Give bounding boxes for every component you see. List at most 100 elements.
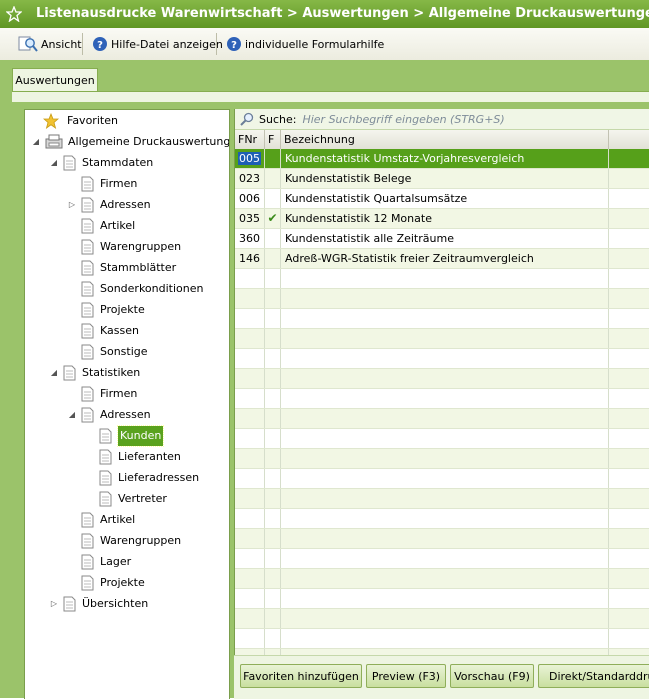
expanded-arrow-icon[interactable]: ◢	[67, 405, 77, 425]
document-icon	[81, 386, 94, 402]
tab-auswertungen[interactable]: Auswertungen	[12, 68, 98, 92]
magnifier-page-icon	[18, 36, 38, 52]
document-icon	[81, 302, 94, 318]
window-title-bar: Listenausdrucke Warenwirtschaft > Auswer…	[0, 0, 649, 28]
document-icon	[81, 239, 94, 255]
column-header-f[interactable]: F	[265, 130, 281, 149]
column-header-fnr[interactable]: FNr	[235, 130, 265, 149]
document-icon	[99, 470, 112, 486]
tree-item-stamm-warengruppen[interactable]: Warengruppen	[81, 237, 181, 257]
favorite-flag-cell	[265, 149, 281, 168]
ansicht-button[interactable]: Ansicht	[18, 34, 82, 54]
empty-row	[235, 469, 649, 489]
tree-item-stammdaten[interactable]: ◢ Stammdaten	[49, 153, 153, 173]
tree-item-stat-lager[interactable]: Lager	[81, 552, 131, 572]
document-icon	[81, 554, 94, 570]
tree-item-kunden[interactable]: Kunden	[99, 425, 165, 447]
empty-row	[235, 329, 649, 349]
expanded-arrow-icon[interactable]: ◢	[31, 132, 41, 152]
tree-item-stamm-firmen[interactable]: Firmen	[81, 174, 137, 194]
tree-item-allgemein[interactable]: ◢ Allgemeine Druckauswertungen	[31, 132, 229, 152]
tree-item-lieferadressen[interactable]: Lieferadressen	[99, 468, 199, 488]
toolbar-separator	[216, 33, 217, 55]
tree-item-stat-projekte[interactable]: Projekte	[81, 573, 145, 593]
grid-body: 005 Kundenstatistik Umstatz-Vorjahresver…	[235, 149, 649, 698]
document-icon	[99, 491, 112, 507]
collapsed-arrow-icon[interactable]: ▷	[49, 594, 59, 614]
empty-row	[235, 589, 649, 609]
document-icon	[63, 596, 76, 612]
table-row[interactable]: 360 Kundenstatistik alle Zeiträume	[235, 229, 649, 249]
collapsed-arrow-icon[interactable]: ▷	[67, 195, 77, 215]
tree-item-statistiken[interactable]: ◢ Statistiken	[49, 363, 140, 383]
tree-item-stat-artikel[interactable]: Artikel	[81, 510, 135, 530]
table-row[interactable]: 006 Kundenstatistik Quartalsumsätze	[235, 189, 649, 209]
fnr-cell: 146	[235, 249, 265, 268]
table-row[interactable]: 023 Kundenstatistik Belege	[235, 169, 649, 189]
empty-row	[235, 369, 649, 389]
tree-item-stamm-adressen[interactable]: ▷ Adressen	[67, 195, 151, 215]
tree-item-stat-adressen[interactable]: ◢ Adressen	[67, 405, 151, 425]
formularhilfe-button[interactable]: ? individuelle Formularhilfe	[226, 34, 384, 54]
table-row[interactable]: 005 Kundenstatistik Umstatz-Vorjahresver…	[235, 149, 649, 169]
favorite-flag-cell	[265, 249, 281, 268]
vorschau-button[interactable]: Vorschau (F9)	[450, 664, 534, 688]
document-icon	[81, 197, 94, 213]
toolbar-separator	[82, 33, 83, 55]
tree-item-favoriten[interactable]: Favoriten	[43, 111, 118, 131]
tree-item-lieferanten[interactable]: Lieferanten	[99, 447, 181, 467]
tree-root-icon	[45, 134, 63, 149]
tree-item-stamm-kassen[interactable]: Kassen	[81, 321, 139, 341]
empty-row	[235, 289, 649, 309]
help-icon: ?	[227, 37, 241, 51]
window-title: Listenausdrucke Warenwirtschaft > Auswer…	[36, 6, 649, 21]
favorite-flag-cell	[265, 229, 281, 248]
tree-item-stat-firmen[interactable]: Firmen	[81, 384, 137, 404]
tree-item-vertreter[interactable]: Vertreter	[99, 489, 167, 509]
bezeichnung-cell: Kundenstatistik alle Zeiträume	[281, 229, 609, 248]
tree-item-stamm-artikel[interactable]: Artikel	[81, 216, 135, 236]
empty-row	[235, 609, 649, 629]
document-icon	[81, 281, 94, 297]
hilfe-datei-button[interactable]: ? Hilfe-Datei anzeigen	[92, 34, 223, 54]
bezeichnung-cell: Kundenstatistik 12 Monate	[281, 209, 609, 228]
search-input[interactable]: Hier Suchbegriff eingeben (STRG+S)	[302, 113, 504, 126]
direkt-standarddruck-button[interactable]: Direkt/Standarddruc	[538, 664, 649, 688]
tree-item-stamm-projekte[interactable]: Projekte	[81, 300, 145, 320]
column-header-empty	[609, 130, 649, 149]
document-icon	[81, 533, 94, 549]
table-row[interactable]: 146 Adreß-WGR-Statistik freier Zeitraumv…	[235, 249, 649, 269]
svg-text:?: ?	[231, 40, 237, 51]
button-bar: Favoriten hinzufügen Preview (F3) Vorsch…	[234, 655, 649, 699]
tree-item-stamm-sonstige[interactable]: Sonstige	[81, 342, 148, 362]
svg-text:?: ?	[97, 40, 103, 51]
grid-header: FNr F Bezeichnung	[235, 130, 649, 150]
tree-item-uebersichten[interactable]: ▷ Übersichten	[49, 594, 148, 614]
expanded-arrow-icon[interactable]: ◢	[49, 363, 59, 383]
document-icon	[81, 407, 94, 423]
table-row[interactable]: 035 ✔ Kundenstatistik 12 Monate	[235, 209, 649, 229]
tree-item-stamm-stammblaetter[interactable]: Stammblätter	[81, 258, 176, 278]
expanded-arrow-icon[interactable]: ◢	[49, 153, 59, 173]
tree-item-stat-warengruppen[interactable]: Warengruppen	[81, 531, 181, 551]
column-header-bezeichnung[interactable]: Bezeichnung	[281, 130, 609, 149]
empty-row	[235, 409, 649, 429]
search-icon	[240, 112, 254, 126]
preview-button[interactable]: Preview (F3)	[366, 664, 446, 688]
favoriten-hinzufuegen-button[interactable]: Favoriten hinzufügen	[240, 664, 362, 688]
empty-row	[235, 489, 649, 509]
fnr-cell: 023	[235, 169, 265, 188]
document-icon	[81, 260, 94, 276]
document-icon	[99, 449, 112, 465]
empty-row	[235, 429, 649, 449]
search-label: Suche:	[259, 112, 297, 126]
empty-row	[235, 569, 649, 589]
bezeichnung-cell: Adreß-WGR-Statistik freier Zeitraumvergl…	[281, 249, 609, 268]
tree-item-stamm-sonderkonditionen[interactable]: Sonderkonditionen	[81, 279, 204, 299]
bezeichnung-cell: Kundenstatistik Belege	[281, 169, 609, 188]
search-bar: Suche: Hier Suchbegriff eingeben (STRG+S…	[235, 109, 649, 130]
empty-row	[235, 309, 649, 329]
fnr-cell: 006	[235, 189, 265, 208]
document-icon	[63, 155, 76, 171]
report-list-panel: Suche: Hier Suchbegriff eingeben (STRG+S…	[234, 109, 649, 698]
